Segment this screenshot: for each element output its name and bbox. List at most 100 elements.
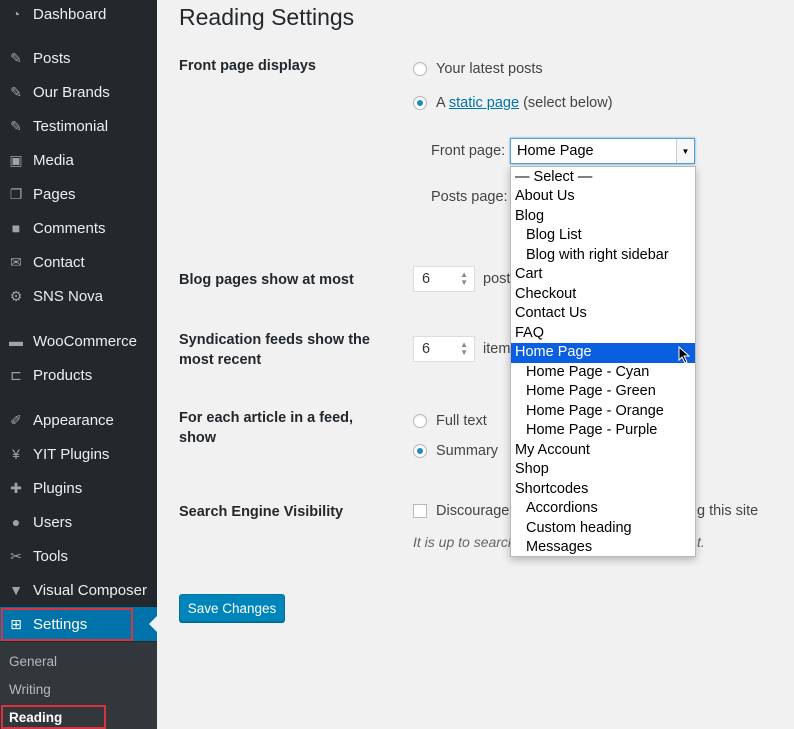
sidebar-item-dashboard[interactable]: ◔ Dashboard <box>0 0 157 31</box>
sidebar-item-label: Posts <box>33 49 71 67</box>
yit-icon: ¥ <box>12 446 20 462</box>
front-page-select-value: Home Page <box>517 143 594 159</box>
radio-summary-label: Summary <box>436 443 499 459</box>
syndication-label: Syndication feeds show the most recent <box>179 332 370 368</box>
sidebar-item-label: Our Brands <box>33 83 110 101</box>
dropdown-option[interactable]: My Account <box>511 441 695 461</box>
dropdown-option[interactable]: FAQ <box>511 324 695 344</box>
radio-static-page[interactable]: A static page (select below) <box>413 95 613 111</box>
sidebar-item-visual-composer[interactable]: ▼ Visual Composer <box>0 573 157 607</box>
front-page-label: Front page: <box>431 143 506 159</box>
radio-full-text[interactable]: Full text <box>413 413 487 429</box>
discourage-checkbox[interactable] <box>413 504 427 518</box>
dropdown-option[interactable]: Contact Us <box>511 304 695 324</box>
pages-icon: ❐ <box>9 185 23 202</box>
dropdown-option[interactable]: Home Page - Green <box>511 382 695 402</box>
sidebar-item-label: SNS Nova <box>33 287 104 305</box>
pushpin-icon: ✎ <box>10 83 22 100</box>
dropdown-option[interactable]: Accordions <box>511 499 695 519</box>
save-changes-button[interactable]: Save Changes <box>179 594 285 622</box>
sidebar-item-media[interactable]: ▣ Media <box>0 143 157 177</box>
sidebar-item-our-brands[interactable]: ✎ Our Brands <box>0 75 157 109</box>
sidebar-item-label: Contact <box>33 253 85 271</box>
static-page-link[interactable]: static page <box>449 95 519 111</box>
sidebar-item-yit-plugins[interactable]: ¥ YIT Plugins <box>0 437 157 471</box>
spinner-icon[interactable]: ▲ ▼ <box>460 271 468 287</box>
dropdown-option[interactable]: Home Page <box>511 343 695 363</box>
sidebar-item-label: Testimonial <box>33 117 109 135</box>
dropdown-option[interactable]: Home Page - Purple <box>511 421 695 441</box>
dropdown-option[interactable]: Home Page - Cyan <box>511 363 695 383</box>
search-note-left: It is up to search <box>413 534 516 550</box>
plugin-icon: ✚ <box>10 479 22 496</box>
sidebar-item-appearance[interactable]: ✐ Appearance <box>0 403 157 437</box>
dropdown-option[interactable]: Custom heading <box>511 519 695 539</box>
front-page-dropdown-list[interactable]: — Select — About Us Blog Blog List Blog with… <box>510 166 696 557</box>
blog-pages-input[interactable]: 6 ▲ ▼ <box>413 266 475 292</box>
dropdown-option[interactable]: Home Page - Orange <box>511 402 695 422</box>
sidebar-item-contact[interactable]: ✉ Contact <box>0 245 157 279</box>
front-page-select[interactable]: Home Page ▼ <box>510 138 695 164</box>
sidebar-item-tools[interactable]: ✂ Tools <box>0 539 157 573</box>
feed-article-label: For each article in a feed, show <box>179 410 354 446</box>
dropdown-option[interactable]: — Select — <box>511 168 695 188</box>
paintbrush-icon: ✐ <box>10 411 22 428</box>
active-arrow-indicator <box>149 616 157 632</box>
radio-static-prefix: A <box>436 95 449 111</box>
sidebar-item-testimonial[interactable]: ✎ Testimonial <box>0 109 157 143</box>
pushpin-icon: ✎ <box>10 117 22 134</box>
reading-highlight-box <box>1 705 106 729</box>
submenu-item-general[interactable]: General <box>9 654 57 669</box>
sidebar-item-label: YIT Plugins <box>33 445 110 463</box>
sidebar-item-label: Users <box>33 513 73 531</box>
radio-full-text-control[interactable] <box>413 414 427 428</box>
mouse-cursor-icon <box>678 346 691 364</box>
dropdown-option[interactable]: Messages <box>511 538 695 556</box>
sidebar-item-products[interactable]: ⊏ Products <box>0 358 157 392</box>
sidebar-item-label: Plugins <box>33 479 83 497</box>
sidebar-item-label: Appearance <box>33 411 114 429</box>
blog-pages-suffix: post <box>483 271 511 287</box>
search-note-right: t. <box>697 534 705 550</box>
sidebar-item-comments[interactable]: ■ Comments <box>0 211 157 245</box>
dropdown-option[interactable]: Blog with right sidebar <box>511 246 695 266</box>
dropdown-option[interactable]: Checkout <box>511 285 695 305</box>
woocommerce-icon: ▬ <box>9 333 23 349</box>
sidebar-item-label: Dashboard <box>33 5 107 23</box>
dropdown-option[interactable]: Shop <box>511 460 695 480</box>
posts-page-label: Posts page: <box>431 189 508 205</box>
radio-summary[interactable]: Summary <box>413 443 498 459</box>
dropdown-option[interactable]: About Us <box>511 187 695 207</box>
radio-latest-posts[interactable]: Your latest posts <box>413 61 543 77</box>
sidebar-item-label: WooCommerce <box>33 332 137 350</box>
spinner-icon[interactable]: ▲ ▼ <box>460 341 468 357</box>
dropdown-option[interactable]: Cart <box>511 265 695 285</box>
blog-pages-label: Blog pages show at most <box>179 272 354 288</box>
radio-full-text-label: Full text <box>436 413 487 429</box>
products-icon: ⊏ <box>10 366 22 383</box>
radio-static-suffix: (select below) <box>519 95 613 111</box>
dropdown-option[interactable]: Blog <box>511 207 695 227</box>
front-page-displays-label: Front page displays <box>179 58 316 74</box>
sidebar-item-label: Media <box>33 151 74 169</box>
sidebar-item-pages[interactable]: ❐ Pages <box>0 177 157 211</box>
radio-summary-control[interactable] <box>413 444 427 458</box>
pushpin-icon: ✎ <box>10 49 22 66</box>
sidebar-item-posts[interactable]: ✎ Posts <box>0 41 157 75</box>
page-title: Reading Settings <box>179 4 355 30</box>
blog-pages-value: 6 <box>422 271 431 287</box>
user-icon: ● <box>11 514 21 530</box>
dropdown-option[interactable]: Blog List <box>511 226 695 246</box>
radio-static-page-control[interactable] <box>413 96 427 110</box>
radio-latest-posts-control[interactable] <box>413 62 427 76</box>
dropdown-option[interactable]: Shortcodes <box>511 480 695 500</box>
submenu-item-writing[interactable]: Writing <box>9 682 51 697</box>
sidebar-item-sns-nova[interactable]: ⚙ SNS Nova <box>0 279 157 313</box>
chevron-down-icon[interactable]: ▼ <box>676 139 694 163</box>
sidebar-item-label: Comments <box>33 219 106 237</box>
sidebar-item-plugins[interactable]: ✚ Plugins <box>0 471 157 505</box>
syndication-input[interactable]: 6 ▲ ▼ <box>413 336 475 362</box>
sidebar-item-label: Pages <box>33 185 76 203</box>
sidebar-item-woocommerce[interactable]: ▬ WooCommerce <box>0 324 157 358</box>
sidebar-item-users[interactable]: ● Users <box>0 505 157 539</box>
